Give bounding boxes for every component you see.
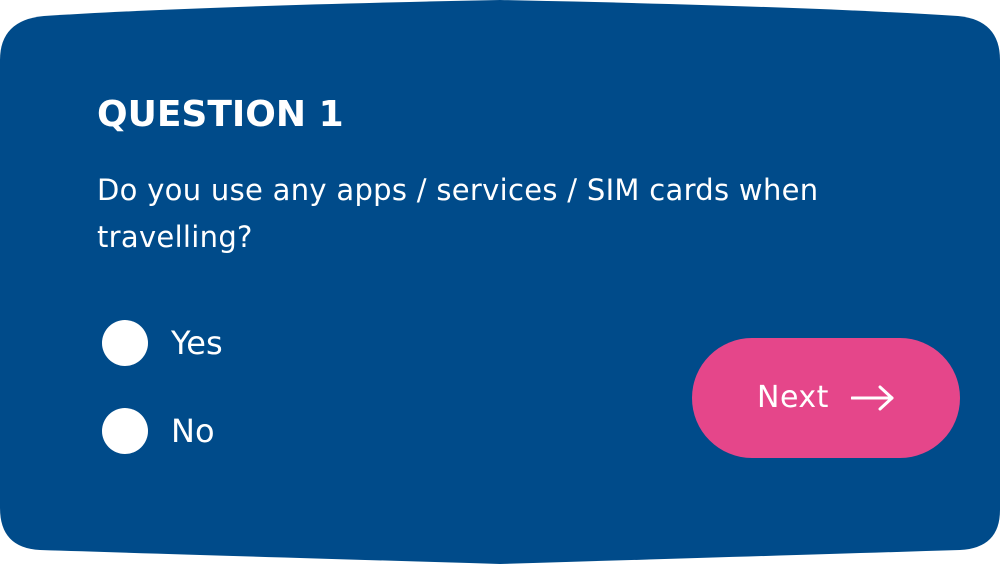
arrow-right-icon <box>850 385 894 411</box>
question-number-heading: QUESTION 1 <box>97 94 344 135</box>
option-yes[interactable]: Yes <box>102 320 223 366</box>
option-yes-label: Yes <box>171 324 223 362</box>
question-card: QUESTION 1 Do you use any apps / service… <box>0 0 1000 564</box>
radio-no[interactable] <box>102 408 148 454</box>
survey-stage: QUESTION 1 Do you use any apps / service… <box>0 0 1000 564</box>
radio-yes[interactable] <box>102 320 148 366</box>
question-text: Do you use any apps / services / SIM car… <box>97 173 819 254</box>
next-button-label: Next <box>757 380 829 415</box>
next-button[interactable]: Next <box>692 338 960 458</box>
option-no-label: No <box>171 412 215 450</box>
option-no[interactable]: No <box>102 408 215 454</box>
